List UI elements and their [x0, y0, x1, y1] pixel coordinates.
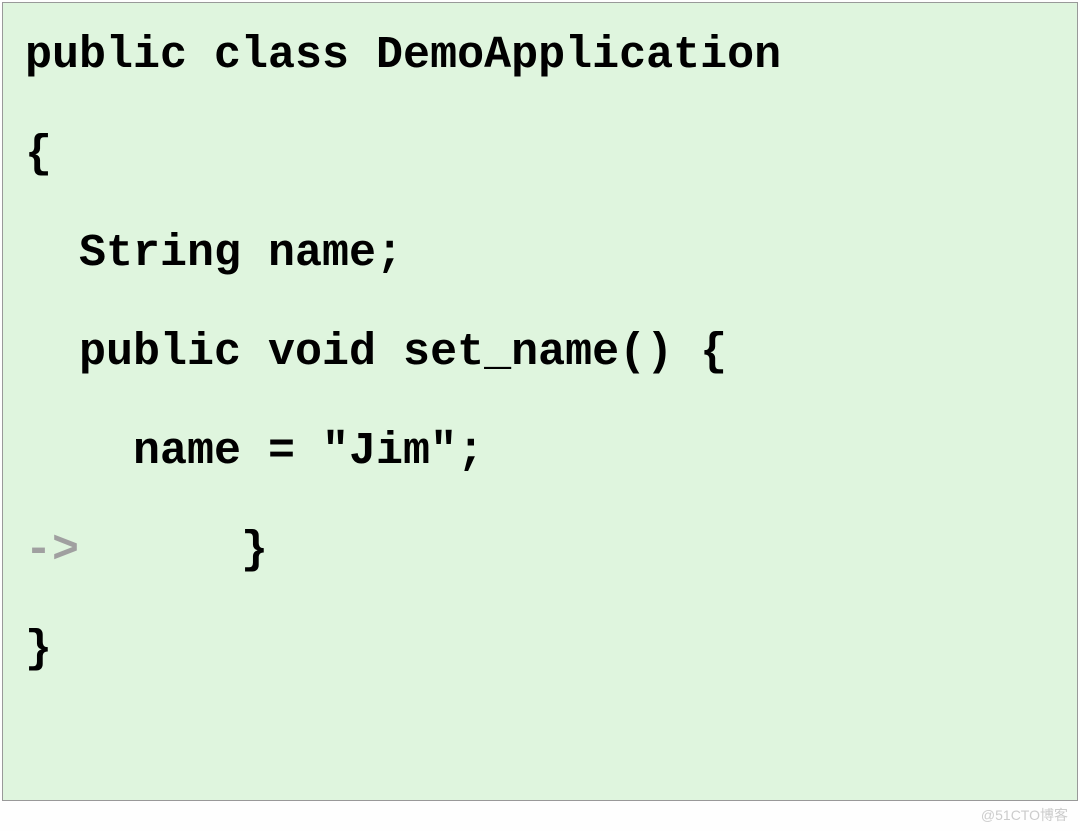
- code-text: String name;: [25, 228, 403, 279]
- code-text: }: [79, 525, 268, 576]
- code-block: public class DemoApplication { String na…: [2, 2, 1078, 801]
- code-line: name = "Jim";: [25, 429, 1055, 474]
- watermark: @51CTO博客: [981, 805, 1068, 825]
- code-line: String name;: [25, 231, 1055, 276]
- code-line: {: [25, 132, 1055, 177]
- gutter: ->: [25, 525, 79, 576]
- code-line: -> }: [25, 528, 1055, 573]
- code-text: name = "Jim";: [25, 426, 484, 477]
- code-text: public class DemoApplication: [25, 30, 781, 81]
- code-text: {: [25, 129, 52, 180]
- code-text: public void set_name() {: [25, 327, 727, 378]
- code-line: public class DemoApplication: [25, 33, 1055, 78]
- code-line: }: [25, 627, 1055, 672]
- code-text: }: [25, 624, 52, 675]
- code-line: public void set_name() {: [25, 330, 1055, 375]
